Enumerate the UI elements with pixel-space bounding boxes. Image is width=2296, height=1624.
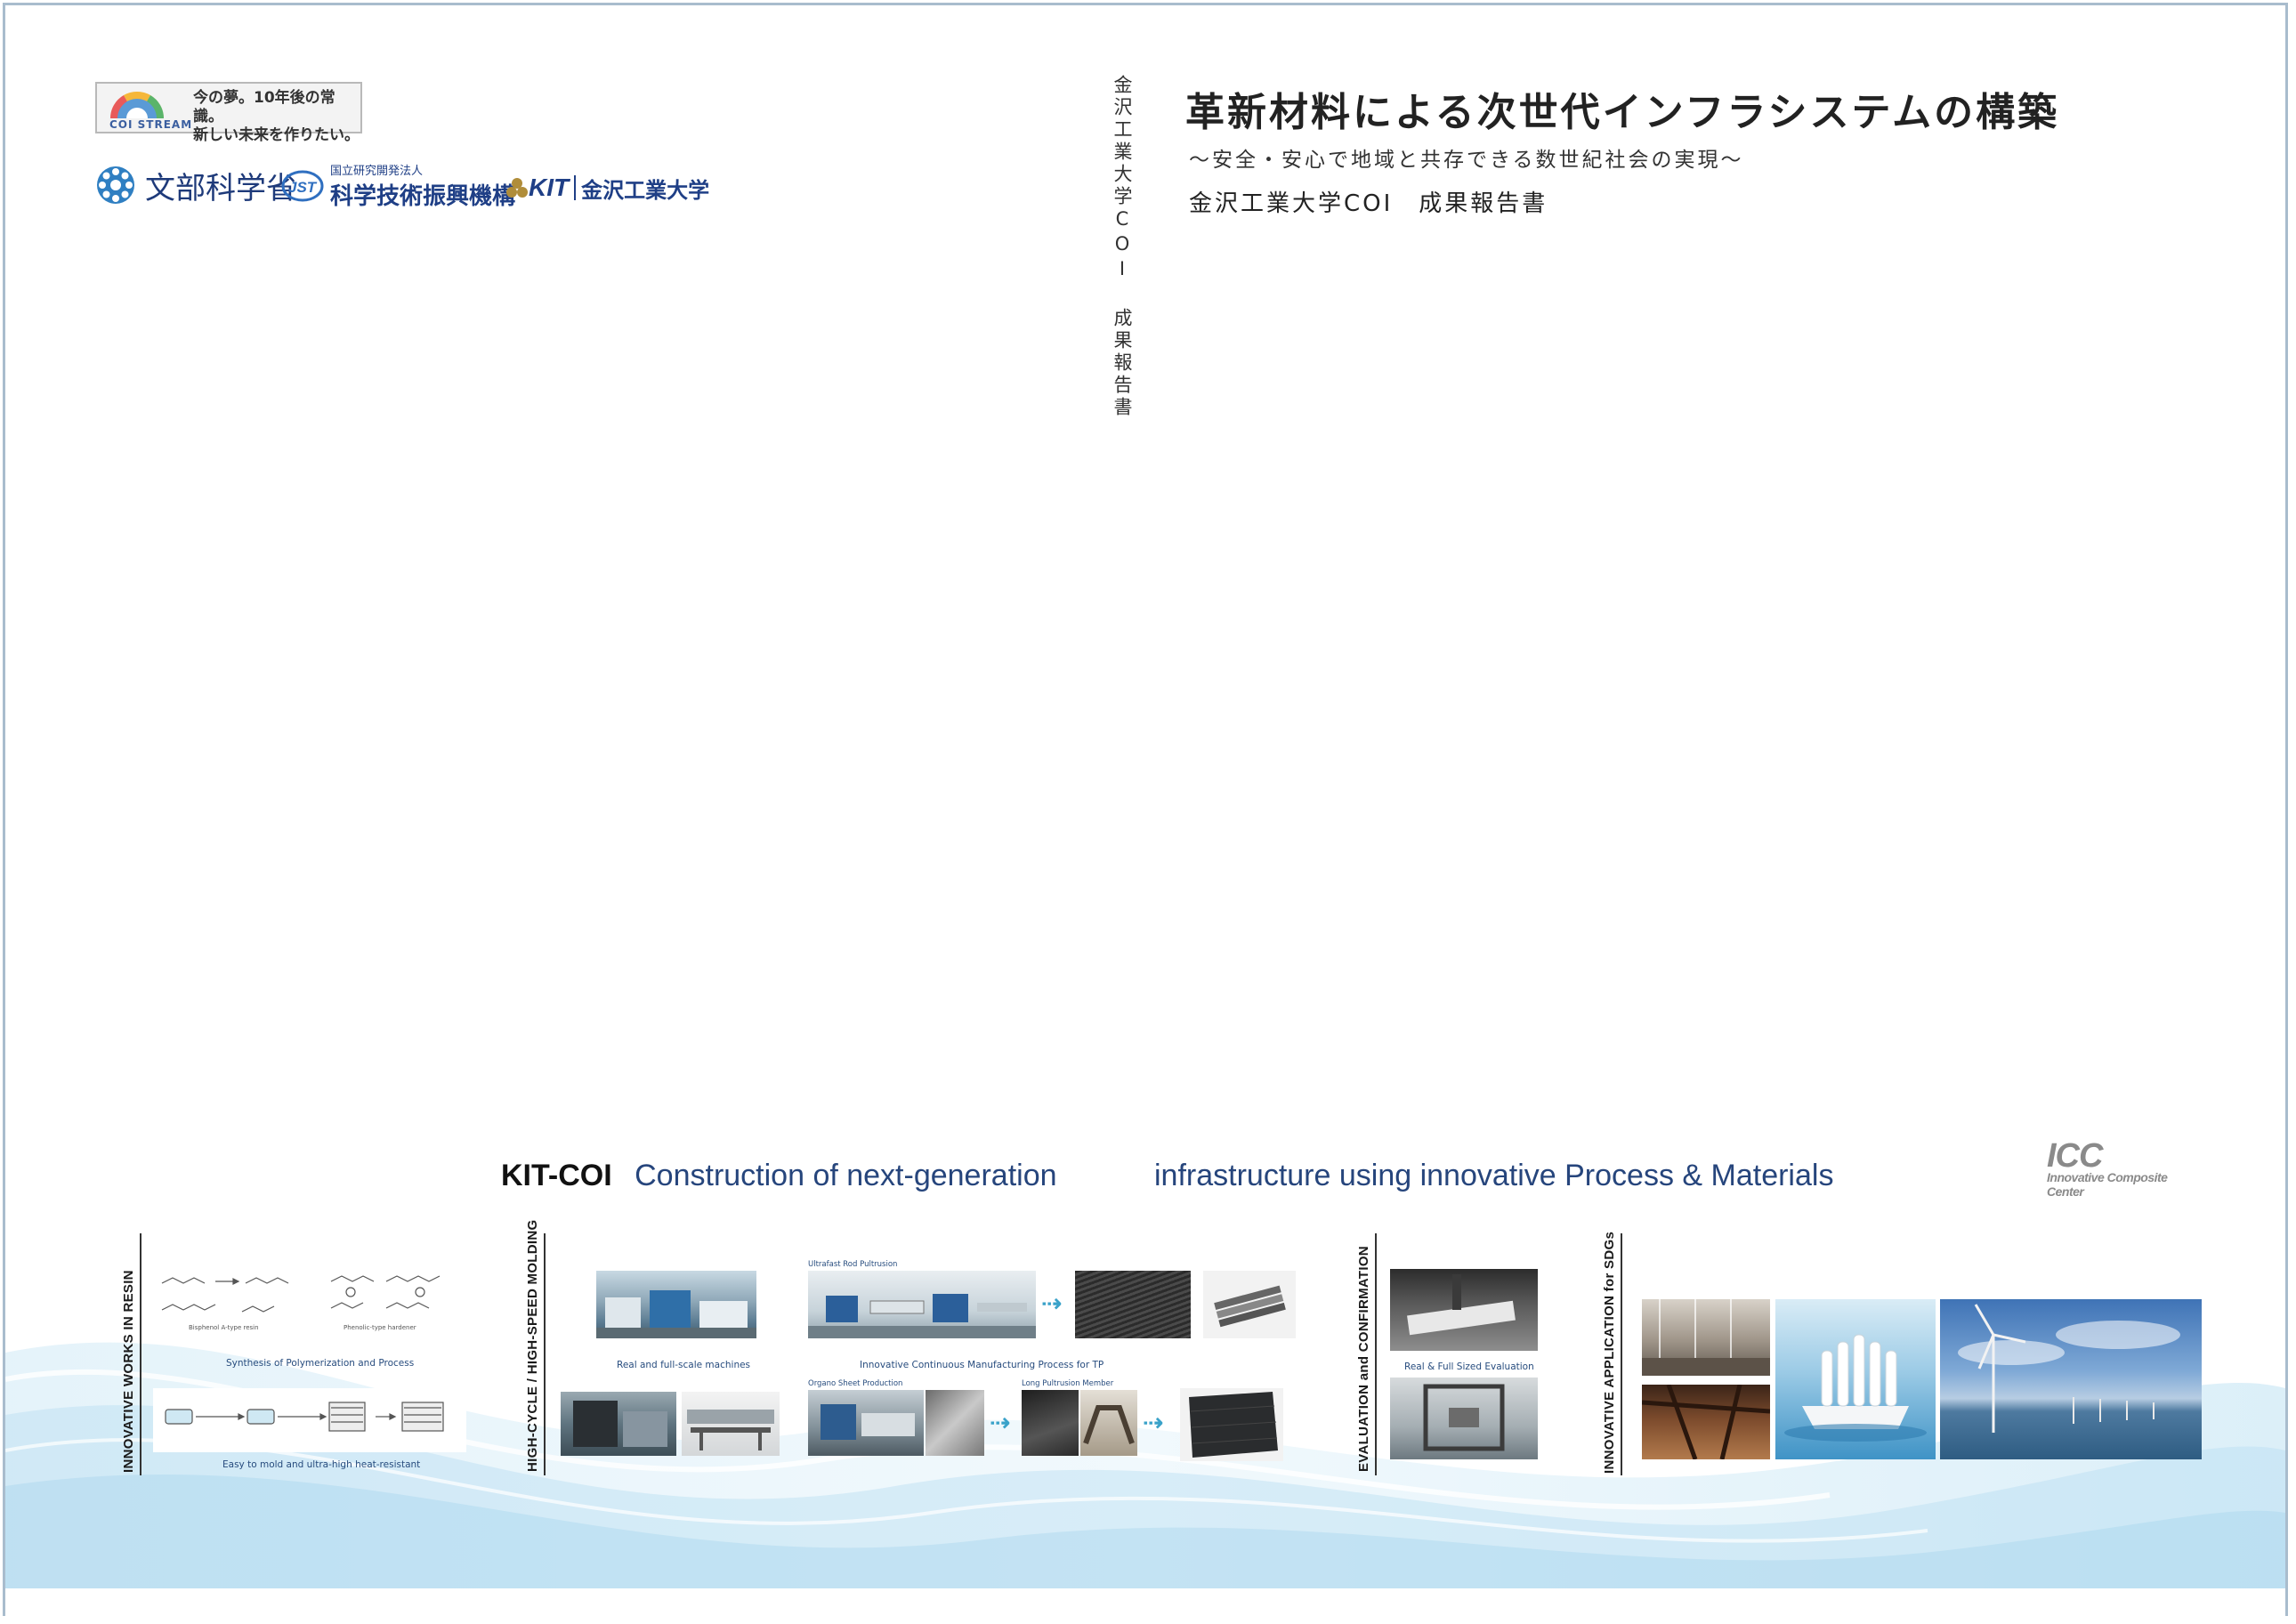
process-caption: Innovative Continuous Manufacturing Proc… <box>860 1360 1104 1370</box>
banner-title-part2: infrastructure using innovative Process … <box>1154 1159 1834 1192</box>
mext-logo: 文部科学省 <box>95 160 296 210</box>
banner-title-part1: KIT-COI Construction of next-generation <box>501 1159 1057 1193</box>
coi-stream-logo: COI STREAM 今の夢。10年後の常識。 新しい未来を作りたい。 <box>95 82 362 144</box>
jst-mark-icon: JST <box>281 170 324 202</box>
organo-sheet-machine-photo <box>808 1390 924 1456</box>
building-icon <box>1642 1299 1770 1376</box>
page-subtitle: ～安全・安心で地域と共存できる数世紀社会の実現～ <box>1189 149 1744 172</box>
factory-icon <box>596 1290 756 1338</box>
svg-text:Bisphenol A-type resin: Bisphenol A-type resin <box>189 1324 259 1331</box>
kit-logo: KIT 金沢工業大学 <box>505 172 709 204</box>
press-machine-icon <box>573 1401 667 1447</box>
ultrafast-label: Ultrafast Rod Pultrusion <box>808 1260 898 1269</box>
svg-text:JST: JST <box>288 179 318 196</box>
kit-emblem-icon <box>506 178 528 198</box>
offshore-wind-photo <box>1940 1299 2202 1459</box>
timber-beams-icon <box>1642 1385 1770 1459</box>
building-interior-photo <box>1642 1299 1770 1376</box>
section-molding-rule <box>544 1233 546 1475</box>
long-member-label: Long Pultrusion Member <box>1022 1379 1114 1388</box>
coi-slogan: 今の夢。10年後の常識。 新しい未来を作りたい。 <box>193 89 360 145</box>
rod-bundle-photo <box>1203 1271 1296 1338</box>
kit-separator <box>574 175 577 200</box>
carbon-rods-photo <box>1075 1271 1191 1338</box>
testing-machine-icon <box>1423 1384 1505 1451</box>
banner-title-a: Construction of next-generation <box>635 1159 1057 1192</box>
panel-icon <box>1189 1392 1278 1458</box>
banner-kit-coi: KIT-COI <box>501 1159 612 1192</box>
rod-bundle-icon <box>1214 1285 1286 1328</box>
heat-resistant-diagram <box>153 1388 466 1452</box>
machines-caption: Real and full-scale machines <box>617 1360 751 1370</box>
timber-structure-photo <box>1642 1385 1770 1459</box>
molding-press-photo <box>561 1392 676 1456</box>
resin-caption-top: Synthesis of Polymerization and Process <box>226 1358 415 1369</box>
svg-text:Phenolic-type hardener: Phenolic-type hardener <box>344 1324 416 1331</box>
ship-icon <box>1784 1334 1927 1442</box>
kit-mark: KIT <box>529 174 570 201</box>
full-size-test-photo <box>1390 1269 1538 1351</box>
coi-slogan-line2: 新しい未来を作りたい。 <box>193 126 360 144</box>
section-sdgs-rule <box>1621 1233 1622 1475</box>
evaluation-caption: Real & Full Sized Evaluation <box>1404 1361 1534 1372</box>
wind-turbine-icon <box>1958 1304 2180 1433</box>
coi-sun-icon <box>109 91 164 118</box>
pultrusion-machine-icon <box>808 1294 1036 1338</box>
icc-logo: ICC Innovative Composite Center <box>2047 1137 2189 1199</box>
long-member-photo-2 <box>1080 1390 1137 1456</box>
sail-ship-render <box>1775 1299 1936 1459</box>
arrow-icon-3: ⇢ <box>1143 1408 1164 1437</box>
polymerization-diagram: Bisphenol A-type resin Phenolic-type har… <box>153 1265 466 1338</box>
spine-text: 金沢工業大学COI 成果報告書 <box>1112 75 1133 419</box>
profile-icon <box>1083 1405 1135 1444</box>
section-resin-rule <box>140 1233 141 1475</box>
full-scale-machines-photo <box>596 1271 756 1338</box>
chemical-structure-icon: Bisphenol A-type resin Phenolic-type har… <box>161 1275 441 1331</box>
mext-name: 文部科学省 <box>145 170 296 206</box>
coi-slogan-line1: 今の夢。10年後の常識。 <box>193 89 336 125</box>
section-evaluation-rule <box>1375 1233 1377 1475</box>
test-rig-icon <box>1407 1274 1516 1336</box>
kit-name: 金沢工業大学 <box>581 177 710 203</box>
section-evaluation-label: EVALUATION and CONFIRMATION <box>1356 1246 1371 1472</box>
jst-org-type: 国立研究開発法人 <box>330 165 424 178</box>
mext-emblem-icon <box>97 166 134 204</box>
report-title: 金沢工業大学COI 成果報告書 <box>1189 190 1548 217</box>
organo-sheet-photo <box>926 1390 984 1456</box>
sheet-machine-icon <box>821 1404 915 1440</box>
test-machine-photo <box>1390 1378 1538 1459</box>
jst-logo: JST 国立研究開発法人 科学技術振興機構 <box>280 163 516 210</box>
process-flow-icon <box>165 1402 444 1432</box>
long-member-photo-1 <box>1022 1390 1079 1456</box>
section-resin-label: INNOVATIVE WORKS IN RESIN <box>121 1270 136 1473</box>
pultrusion-line-photo <box>808 1271 1036 1338</box>
arrow-icon-1: ⇢ <box>1041 1289 1063 1318</box>
coi-stream-text: COI STREAM <box>109 118 193 131</box>
icc-subtitle: Innovative Composite Center <box>2047 1170 2168 1199</box>
production-line-photo <box>682 1392 780 1456</box>
page-title: 革新材料による次世代インフラシステムの構築 <box>1185 90 2060 135</box>
organo-label: Organo Sheet Production <box>808 1379 903 1388</box>
section-molding-label: HIGH-CYCLE / HIGH-SPEED MOLDING <box>525 1219 540 1472</box>
resin-caption-bottom: Easy to mold and ultra-high heat-resista… <box>222 1459 421 1470</box>
conveyor-icon <box>687 1410 774 1450</box>
section-sdgs-label: INNOVATIVE APPLICATION for SDGs <box>1602 1231 1617 1474</box>
jst-name: 科学技術振興機構 <box>330 183 516 210</box>
arrow-icon-2: ⇢ <box>990 1408 1011 1437</box>
panel-member-photo <box>1180 1388 1283 1461</box>
